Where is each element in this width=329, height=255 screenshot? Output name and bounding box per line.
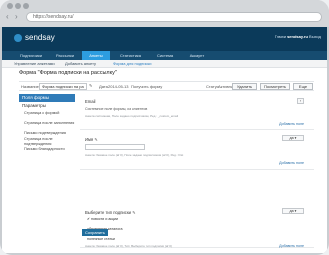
edit-pencil-icon[interactable]: ✎ <box>89 83 92 88</box>
status-label: Статус <box>206 84 219 89</box>
sidebar-item-form-fields[interactable]: Поля формы <box>19 94 75 102</box>
name-field[interactable] <box>85 144 145 150</box>
option-text: полезные статьи <box>87 237 115 241</box>
sidebar-group-parameters: Параметры <box>22 103 46 108</box>
browser-frame: ‹ › https://sendsay.ru/ sendsay Гэмэи se… <box>0 0 329 255</box>
name-label: Название <box>21 84 39 89</box>
field-label: Выберите тип подписки ✎ <box>85 210 136 215</box>
field-label-text: Имя <box>85 137 94 142</box>
submenu-subscribe-form[interactable]: Форма для подписки <box>113 61 152 66</box>
field-label-text: Выберите тип подписки <box>85 210 132 215</box>
menu-item-account[interactable]: Аккаунт <box>182 51 212 60</box>
user-prefix: Гэмэи <box>274 34 286 39</box>
window-dot-icon <box>15 3 21 9</box>
sidebar-item-confirm-letter[interactable]: Письмо подтверждения <box>19 131 75 136</box>
field-description: Системное поле формы, из клиентов <box>85 107 148 111</box>
date-value: 2014-05-13 <box>108 84 129 89</box>
field-card-name: Имя ✎ да ▾ Анкета: базовое поле (af 0), … <box>80 130 314 170</box>
save-button[interactable]: Сохранить <box>82 229 108 236</box>
sidebar-item-form-page[interactable]: Страница с формой <box>19 111 75 116</box>
field-hint: Анкета: базовое поле (af 0), Поле задано… <box>85 153 184 157</box>
sidebar-item-thanks-letter[interactable]: Письмо благодарности <box>19 147 75 152</box>
submenu-add-form[interactable]: Добавить анкету <box>65 61 96 66</box>
form-sidebar: Поля формы Параметры Страница с формой С… <box>19 94 75 194</box>
forward-arrow-icon[interactable]: › <box>15 12 18 21</box>
window-dot-icon <box>23 3 29 9</box>
field-options-text: да <box>289 209 294 213</box>
add-field-link[interactable]: Добавить поле <box>279 244 304 248</box>
address-text: https://sendsay.ru/ <box>33 14 74 20</box>
menu-item-system[interactable]: Система <box>150 51 180 60</box>
back-arrow-icon[interactable]: ‹ <box>6 12 9 21</box>
window-dot-icon <box>7 3 13 9</box>
option-text: новости и акции <box>91 217 118 221</box>
field-card-email: Email › Системное поле формы, из клиенто… <box>80 94 314 130</box>
name-input[interactable]: Форма подписки на ра <box>39 83 87 90</box>
menu-item-forms[interactable]: Анкеты <box>82 51 110 60</box>
preview-button[interactable]: Посмотреть <box>260 83 290 90</box>
edit-pencil-icon[interactable]: ✎ <box>132 210 135 215</box>
menu-item-subscribers[interactable]: Подписчики <box>14 51 48 60</box>
edit-pencil-icon[interactable]: ✎ <box>94 137 97 142</box>
sub-menu: Управление анкетами Добавить анкету Форм… <box>2 60 327 68</box>
logo-mark-icon <box>14 33 22 42</box>
date-label: Дата <box>99 84 108 89</box>
option-item[interactable]: ✔ новости и акции <box>87 217 118 221</box>
field-card-subscribe-type: Выберите тип подписки ✎ да ▾ ✔ новости и… <box>80 170 314 248</box>
page-title: Форма "Форма подписки на рассылку" <box>19 70 117 76</box>
logo-text: sendsay <box>25 33 55 42</box>
menu-item-mailings[interactable]: Рассылки <box>50 51 80 60</box>
field-hint: Анкета: базовое поле (af 0), Тип: Выбери… <box>85 244 172 248</box>
app-window: sendsay Гэмэи sendsay.ru Выход Подписчик… <box>2 27 327 253</box>
user-area: Гэмэи sendsay.ru Выход <box>275 34 321 39</box>
field-label: Имя ✎ <box>85 137 98 142</box>
add-field-link[interactable]: Добавить поле <box>279 161 304 165</box>
sidebar-item-after-confirm-page[interactable]: Страница после подтверждения <box>19 137 75 146</box>
user-name[interactable]: sendsay.ru <box>287 34 308 39</box>
sidebar-item-after-fill-page[interactable]: Страница после заполнения <box>19 121 75 126</box>
field-options-button[interactable]: да ▾ <box>282 208 304 214</box>
address-bar[interactable]: https://sendsay.ru/ <box>26 12 322 22</box>
logout-link[interactable]: Выход <box>309 34 321 39</box>
main-menu: Подписчики Рассылки Анкеты Статистика Си… <box>2 51 327 60</box>
option-item[interactable]: полезные статьи <box>87 237 115 241</box>
get-form-link[interactable]: Получить форму <box>131 84 162 89</box>
field-options-text: да <box>289 136 294 140</box>
delete-button[interactable]: Удалить <box>232 83 257 90</box>
more-button[interactable]: Еще <box>293 83 313 90</box>
status-value: Активна <box>218 84 234 89</box>
menu-item-statistics[interactable]: Статистика <box>113 51 148 60</box>
browser-toolbar: ‹ › https://sendsay.ru/ <box>0 0 329 27</box>
field-label: Email <box>85 99 96 104</box>
field-options-button[interactable]: да ▾ <box>282 135 304 141</box>
submenu-manage-forms[interactable]: Управление анкетами <box>14 61 55 66</box>
field-hint: Анкета системная, Поле задано подписчико… <box>85 114 179 118</box>
top-navigation: sendsay Гэмэи sendsay.ru Выход <box>2 27 327 51</box>
add-field-link[interactable]: Добавить поле <box>279 122 304 126</box>
form-properties-bar: Название Форма подписки на ра ✎ Дата 201… <box>19 81 314 91</box>
logo[interactable]: sendsay <box>14 33 55 42</box>
field-toggle-button[interactable]: › <box>297 98 304 104</box>
